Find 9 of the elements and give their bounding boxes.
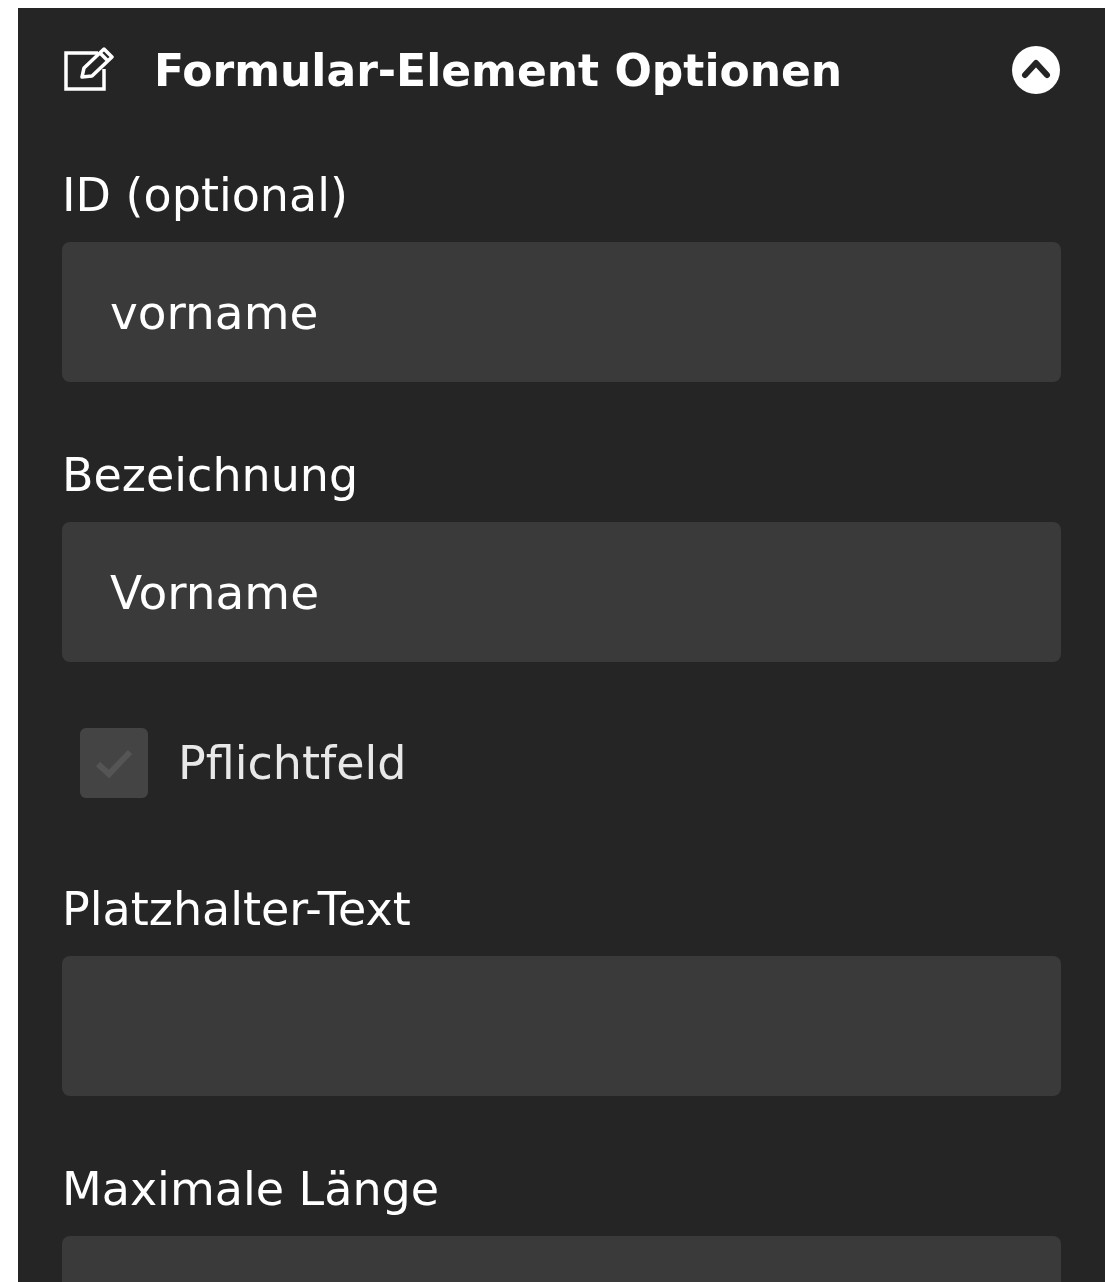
checkbox-label: Pflichtfeld xyxy=(178,736,407,790)
input-field[interactable]: Vorname xyxy=(62,522,1061,662)
field-label: Platzhalter-Text xyxy=(62,882,412,936)
panel-title: Formular-Element Optionen xyxy=(154,44,844,96)
field-label: Bezeichnung xyxy=(62,448,360,502)
collapse-icon[interactable] xyxy=(1011,45,1061,95)
field-label: ID (optional) xyxy=(62,168,349,222)
field-label: Maximale Länge xyxy=(62,1162,441,1216)
input-field[interactable]: vorname xyxy=(62,242,1061,382)
